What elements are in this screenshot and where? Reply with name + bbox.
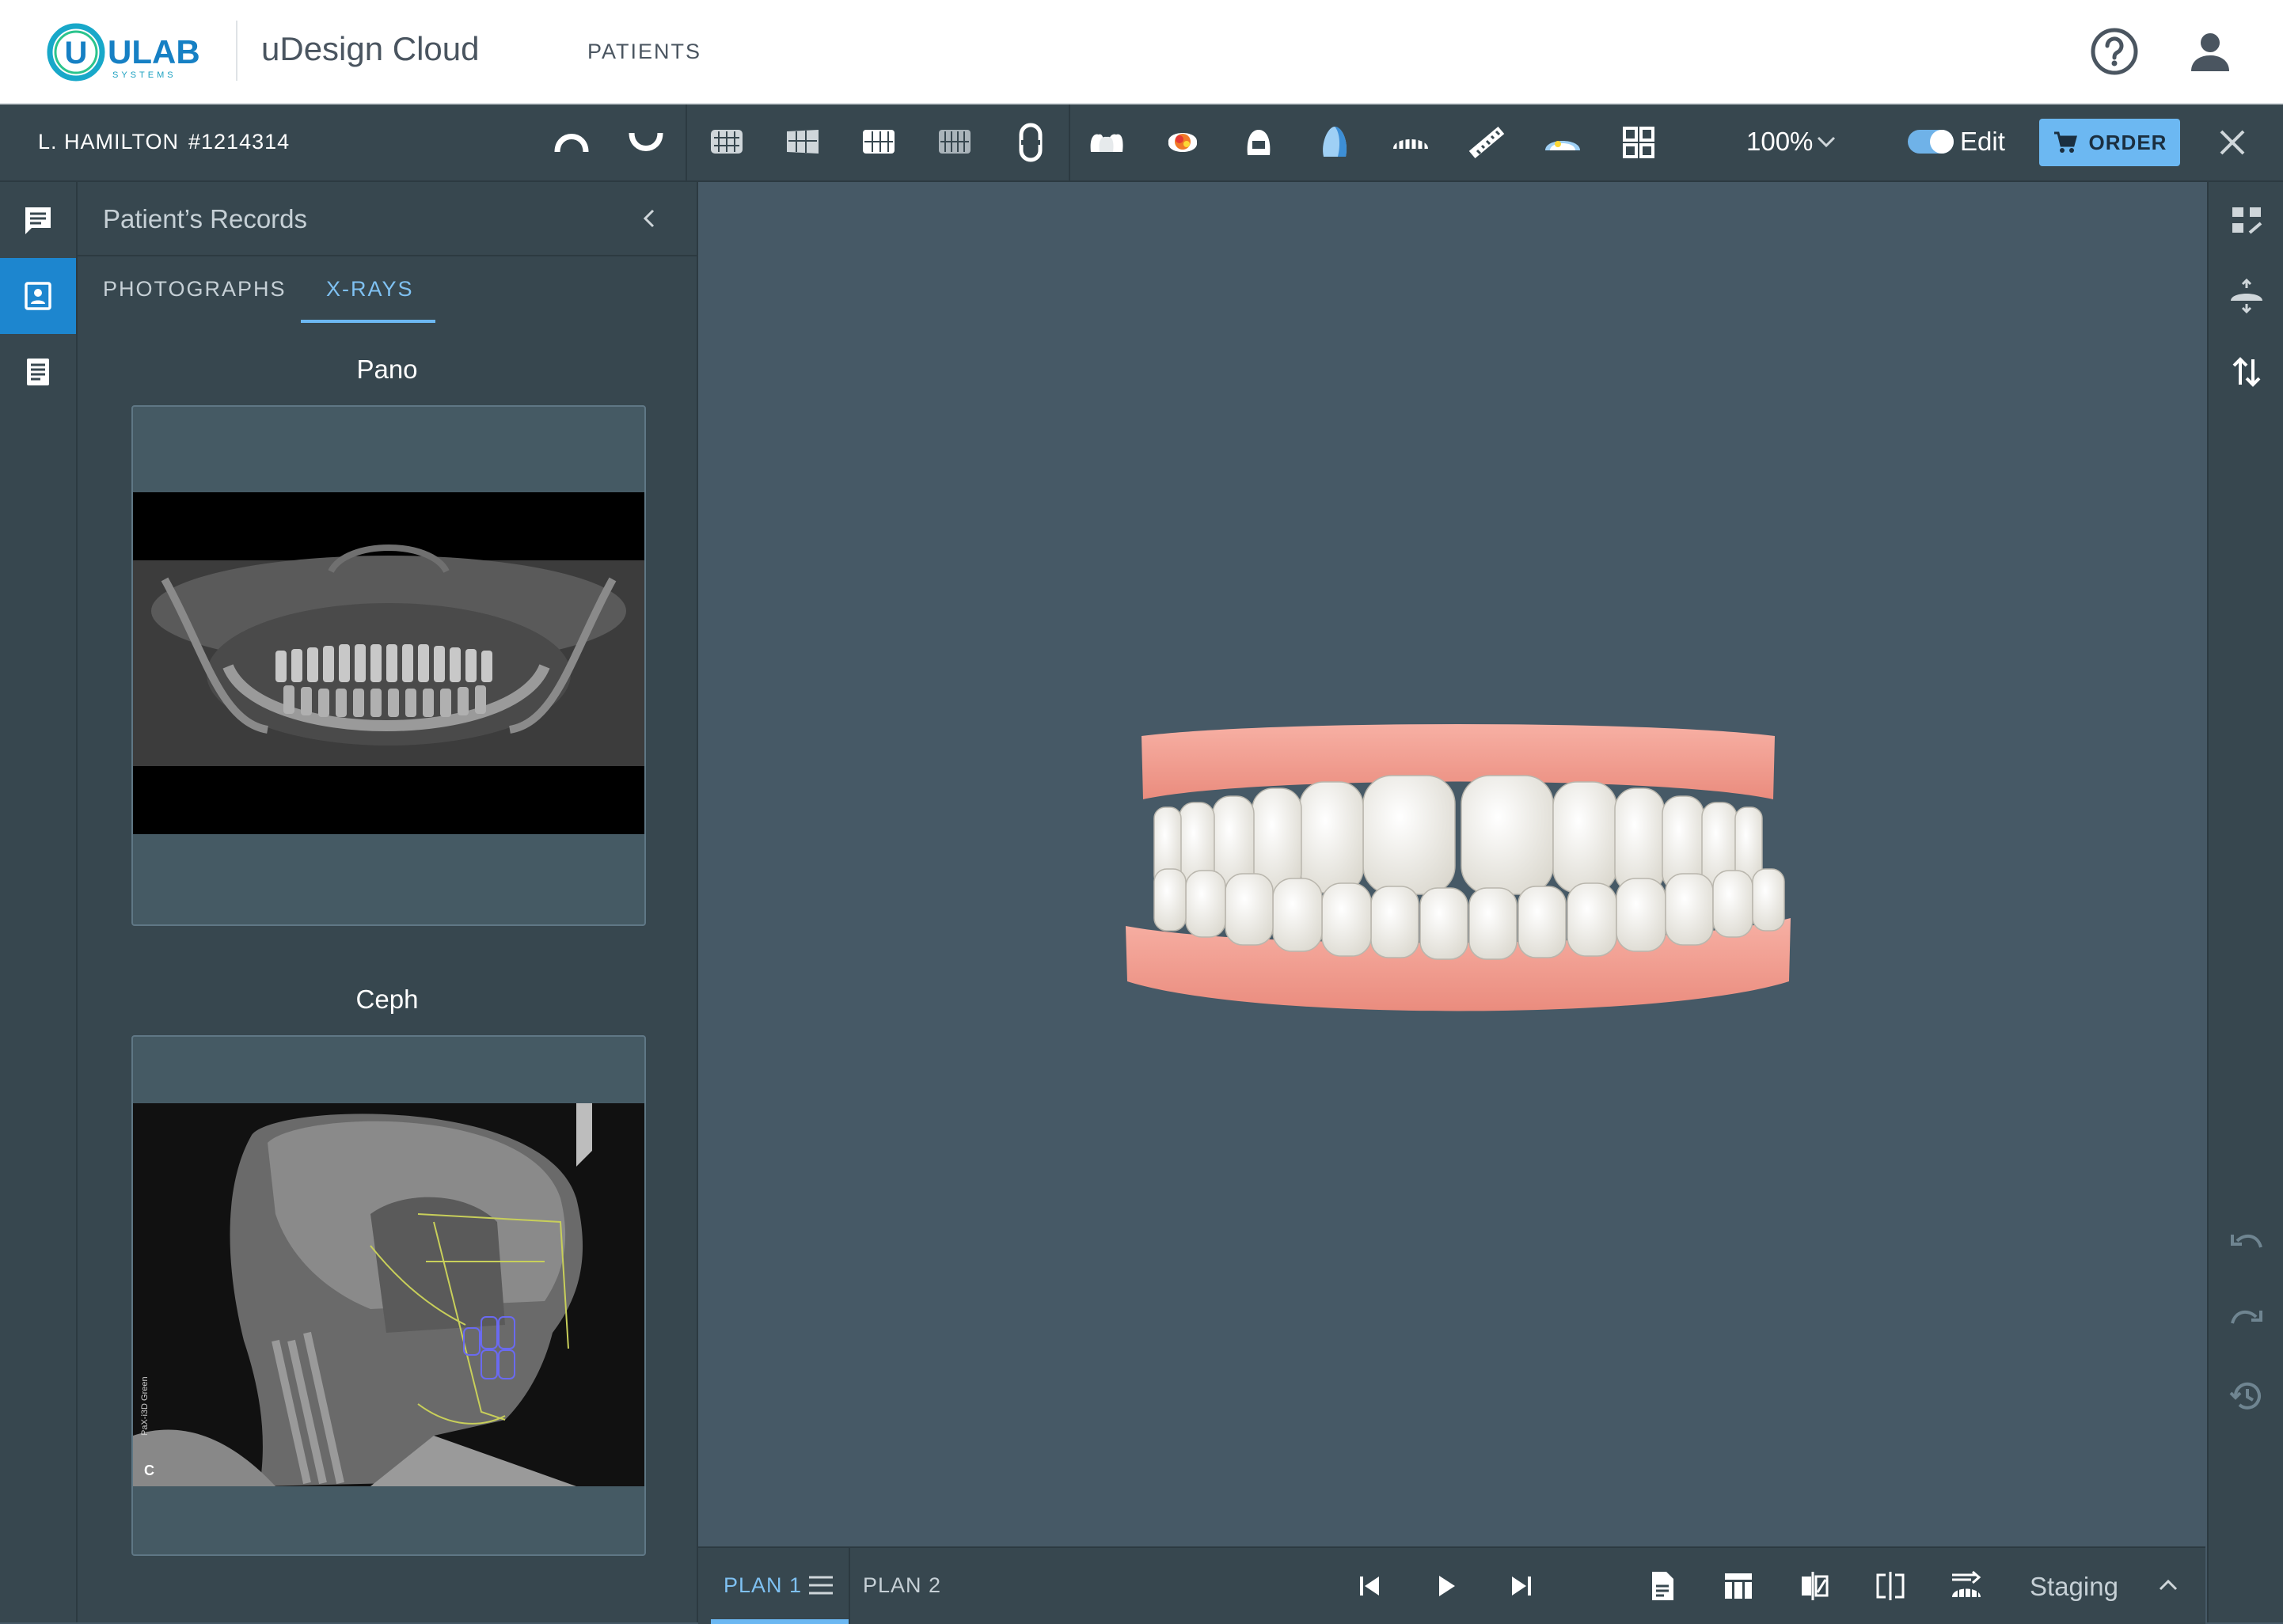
skip-next-icon[interactable] xyxy=(1504,1569,1539,1603)
menu-icon[interactable] xyxy=(807,1573,834,1597)
skip-previous-icon[interactable] xyxy=(1352,1569,1387,1603)
help-icon[interactable] xyxy=(2090,27,2139,76)
contact-card-icon xyxy=(25,282,51,310)
lower-arch-icon[interactable] xyxy=(625,122,667,163)
left-rail xyxy=(0,182,78,1622)
ipr-icon[interactable] xyxy=(1390,122,1431,163)
upper-arch-icon[interactable] xyxy=(551,122,592,163)
edit-toggle[interactable] xyxy=(1908,130,1954,154)
3d-viewport[interactable] xyxy=(698,182,2205,1546)
ruler-icon[interactable] xyxy=(1466,122,1507,163)
compare-icon[interactable] xyxy=(1797,1569,1832,1603)
patient-name: L. HAMILTON xyxy=(38,130,180,154)
patient-id: #1214314 xyxy=(188,130,291,154)
document-list-icon xyxy=(27,359,49,385)
tab-plan-1[interactable]: PLAN 1 xyxy=(724,1573,802,1598)
patient-records-button[interactable] xyxy=(0,258,76,334)
app-title: uDesign Cloud xyxy=(261,30,480,67)
arch-spacing-icon[interactable] xyxy=(2228,277,2266,315)
svg-text:PaX-i3D Green: PaX-i3D Green xyxy=(140,1376,150,1436)
patient-records-panel: Patient’s Records PHOTOGRAPHS X-RAYS Pan… xyxy=(78,182,698,1622)
swap-vertical-icon[interactable] xyxy=(2228,353,2266,391)
panel-title: Patient’s Records xyxy=(103,204,308,233)
front-view-icon[interactable] xyxy=(706,122,747,163)
pano-xray-image xyxy=(133,492,644,834)
cart-icon xyxy=(2053,131,2077,153)
svg-text:SYSTEMS: SYSTEMS xyxy=(112,70,177,80)
report-document-icon[interactable] xyxy=(1645,1569,1680,1603)
close-icon[interactable] xyxy=(2215,125,2250,160)
chat-icon xyxy=(25,207,51,234)
zoom-level[interactable]: 100% xyxy=(1746,127,1813,157)
table-icon[interactable] xyxy=(1721,1569,1756,1603)
undo-icon[interactable] xyxy=(2228,1225,2266,1263)
plan-divider xyxy=(849,1548,850,1624)
pano-label: Pano xyxy=(356,355,418,384)
panel-header: Patient’s Records xyxy=(78,182,697,256)
edit-label: Edit xyxy=(1960,127,2005,156)
occlusion-heatmap-icon[interactable] xyxy=(1162,122,1203,163)
toggle-knob xyxy=(1930,130,1954,154)
bottom-bar: PLAN 1 PLAN 2 Staging xyxy=(698,1546,2205,1624)
history-icon[interactable] xyxy=(2228,1377,2266,1415)
play-icon[interactable] xyxy=(1428,1569,1463,1603)
user-icon[interactable] xyxy=(2186,28,2234,76)
tab-plan-2[interactable]: PLAN 2 xyxy=(863,1573,941,1598)
ceph-xray-card[interactable]: C PaX-i3D Green xyxy=(131,1035,646,1556)
svg-text:C: C xyxy=(144,1463,154,1478)
chevron-down-icon[interactable] xyxy=(1814,130,1838,154)
occlusal-view-icon[interactable] xyxy=(1010,122,1051,163)
tab-x-rays[interactable]: X-RAYS xyxy=(326,277,414,302)
chevron-left-icon[interactable] xyxy=(633,203,665,234)
split-screen-icon[interactable] xyxy=(1873,1569,1908,1603)
attachment-icon[interactable] xyxy=(1238,122,1279,163)
svg-text:ULAB: ULAB xyxy=(108,33,200,70)
notes-button[interactable] xyxy=(0,334,76,410)
tab-photographs[interactable]: PHOTOGRAPHS xyxy=(103,277,287,302)
active-plan-indicator xyxy=(711,1619,849,1624)
chat-button[interactable] xyxy=(0,182,76,258)
back-view-icon[interactable] xyxy=(934,122,975,163)
order-button[interactable]: ORDER xyxy=(2039,119,2180,166)
chevron-up-icon[interactable] xyxy=(2156,1573,2180,1597)
ceph-xray-image: C PaX-i3D Green xyxy=(133,1103,644,1486)
svg-text:U: U xyxy=(65,36,88,70)
superimpose-icon[interactable] xyxy=(1542,122,1583,163)
dental-model-3d[interactable] xyxy=(1110,720,1806,1021)
nav-patients-link[interactable]: PATIENTS xyxy=(587,40,701,64)
toolbar-divider xyxy=(1069,104,1070,180)
left-view-icon[interactable] xyxy=(782,122,823,163)
order-label: ORDER xyxy=(2088,130,2167,154)
right-view-icon[interactable] xyxy=(858,122,899,163)
ulab-logo[interactable]: U ULAB SYSTEMS xyxy=(46,22,204,82)
split-view-icon[interactable] xyxy=(2228,201,2266,239)
grid-view-icon[interactable] xyxy=(1618,122,1659,163)
staging-label[interactable]: Staging xyxy=(2030,1572,2118,1602)
toolbar-divider xyxy=(686,104,687,180)
main-toolbar: L. HAMILTON #1214314 100% Edit ORDER xyxy=(0,104,2283,182)
redo-icon[interactable] xyxy=(2228,1301,2266,1339)
ceph-label: Ceph xyxy=(355,985,419,1014)
pano-xray-card[interactable] xyxy=(131,405,646,926)
active-tab-indicator xyxy=(301,320,435,323)
logo-divider xyxy=(236,21,237,81)
right-rail xyxy=(2207,182,2283,1622)
crown-shape-icon[interactable] xyxy=(1314,122,1355,163)
staging-teeth-icon[interactable] xyxy=(1949,1569,1984,1603)
top-header: U ULAB SYSTEMS uDesign Cloud PATIENTS xyxy=(0,0,2283,104)
teeth-visibility-icon[interactable] xyxy=(1086,122,1127,163)
